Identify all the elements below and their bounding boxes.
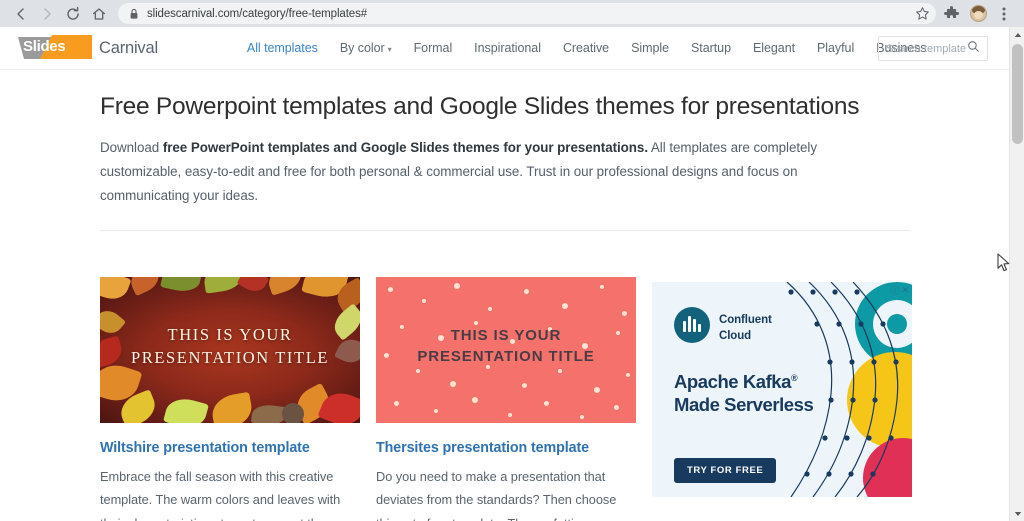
page-viewport: Slides Carnival All templates By color ▾ … (0, 27, 1024, 521)
nav-item-all-templates[interactable]: All templates (236, 41, 329, 55)
page-title: Free Powerpoint templates and Google Sli… (100, 93, 860, 120)
desc-part-1: Download (100, 140, 163, 156)
site-header: Slides Carnival All templates By color ▾ … (0, 27, 1009, 70)
home-button[interactable] (86, 1, 112, 27)
scroll-up-arrow-icon[interactable] (1010, 27, 1024, 42)
lock-icon (129, 8, 139, 20)
nav-item-formal[interactable]: Formal (403, 41, 464, 55)
search-icon[interactable] (967, 40, 980, 58)
bookmark-star-icon[interactable] (915, 6, 930, 21)
template-card[interactable]: THIS IS YOUR PRESENTATION TITLE Thersite… (376, 276, 636, 521)
thumb-line-2: PRESENTATION TITLE (130, 347, 330, 367)
trademark-symbol: ® (790, 372, 798, 383)
ad-brand-name: Confluent Cloud (719, 312, 772, 345)
browser-toolbar: slidescarnival.com/category/free-templat… (0, 0, 1024, 27)
reload-button[interactable] (60, 1, 86, 27)
url-text: slidescarnival.com/category/free-templat… (147, 7, 368, 20)
thumb-line-2: PRESENTATION TITLE (417, 348, 595, 366)
chevron-down-icon: ▾ (387, 45, 392, 54)
ad-brand-line-2: Cloud (719, 330, 752, 343)
template-description: Do you need to make a presentation that … (376, 468, 617, 521)
template-thumbnail-thersites[interactable]: THIS IS YOUR PRESENTATION TITLE (376, 276, 636, 423)
forward-button[interactable] (34, 1, 60, 27)
nav-item-simple[interactable]: Simple (620, 41, 680, 55)
ad-headline: Apache Kafka® Made Serverless (674, 370, 814, 417)
thumb-line-1: THIS IS YOUR (167, 324, 293, 344)
nav-item-creative[interactable]: Creative (552, 41, 620, 55)
confluent-logo-icon (674, 307, 710, 343)
back-button[interactable] (8, 1, 34, 27)
logo-mark-icon: Slides (18, 35, 92, 61)
chrome-right-actions (940, 2, 1016, 26)
ad-headline-line-2: Made Serverless (674, 394, 814, 416)
search-input[interactable] (886, 42, 967, 55)
nav-item-by-color[interactable]: By color ▾ (329, 41, 403, 55)
ad-brand-line-1: Confluent (719, 314, 772, 326)
thumb-line-1: THIS IS YOUR (450, 326, 562, 344)
page-description: Download free PowerPoint templates and G… (100, 136, 890, 207)
thumbnail-title-wiltshire: THIS IS YOUR PRESENTATION TITLE (100, 323, 360, 370)
section-divider (100, 229, 910, 231)
profile-avatar-icon[interactable] (966, 2, 990, 26)
desc-bold: free PowerPoint templates and Google Sli… (162, 140, 648, 156)
nav-item-inspirational[interactable]: Inspirational (463, 41, 552, 55)
advertisement-banner[interactable]: ⓘ ✕ Confluent Cloud Apache Kafka® Made S… (652, 282, 912, 497)
ad-cta-button[interactable]: TRY FOR FREE (674, 458, 777, 483)
page-scrollbar[interactable] (1009, 27, 1024, 521)
site-logo[interactable]: Slides Carnival (18, 35, 158, 61)
puzzle-extensions-icon[interactable] (940, 2, 964, 26)
logo-word: Slides (23, 38, 66, 55)
scrollbar-thumb[interactable] (1012, 44, 1023, 144)
nav-item-by-color-label: By color (339, 41, 385, 55)
nav-item-startup[interactable]: Startup (680, 41, 742, 55)
template-title-link[interactable]: Thersites presentation template (376, 440, 636, 456)
search-box[interactable] (878, 36, 988, 61)
template-thumbnail-wiltshire[interactable]: THIS IS YOUR PRESENTATION TITLE (100, 276, 360, 423)
main-navigation: All templates By color ▾ Formal Inspirati… (236, 41, 938, 55)
ad-headline-line-1: Apache Kafka (674, 371, 791, 392)
template-card[interactable]: THIS IS YOUR PRESENTATION TITLE Wiltshir… (100, 276, 360, 521)
address-bar[interactable]: slidescarnival.com/category/free-templat… (118, 3, 936, 24)
logo-text: Carnival (99, 38, 158, 57)
ad-close-icon[interactable]: ✕ (901, 285, 909, 296)
nav-item-elegant[interactable]: Elegant (742, 41, 806, 55)
nav-item-playful[interactable]: Playful (806, 41, 865, 55)
three-dot-menu-icon[interactable] (992, 2, 1016, 26)
template-title-link[interactable]: Wiltshire presentation template (100, 440, 360, 456)
thumbnail-title-thersites: THIS IS YOUR PRESENTATION TITLE (376, 325, 636, 369)
adchoices-info-icon[interactable]: ⓘ (890, 284, 899, 297)
scroll-down-arrow-icon[interactable] (1010, 506, 1024, 521)
template-description: Embrace the fall season with this creati… (100, 468, 341, 521)
ad-choices-controls[interactable]: ⓘ ✕ (890, 284, 909, 297)
